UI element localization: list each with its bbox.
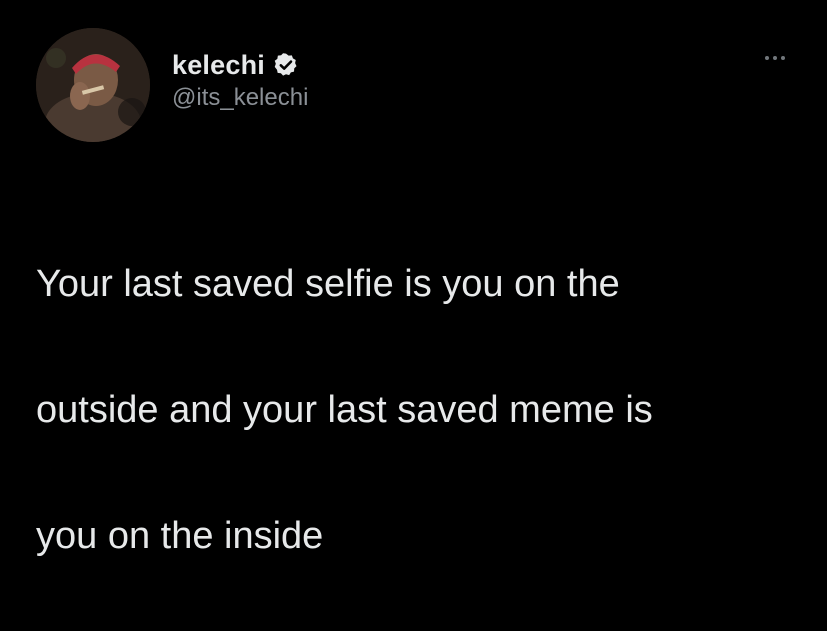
tweet-header: kelechi @its_kelechi <box>172 48 308 112</box>
tweet-text-line: you on the inside <box>36 515 324 557</box>
author-name-row: kelechi <box>172 48 308 82</box>
author-display-name[interactable]: kelechi <box>172 50 265 81</box>
avatar-photo <box>36 28 150 142</box>
author-handle[interactable]: @its_kelechi <box>172 84 308 112</box>
verified-badge-icon <box>273 52 299 78</box>
tweet-text-line: outside and your last saved meme is <box>36 389 653 431</box>
more-horizontal-icon[interactable] <box>761 52 789 64</box>
tweet-text: Your last saved selfie is you on the out… <box>36 190 796 631</box>
more-dot <box>781 56 785 60</box>
more-dot <box>773 56 777 60</box>
avatar[interactable] <box>36 28 150 142</box>
tweet-text-line: Your last saved selfie is you on the <box>36 263 620 305</box>
tweet-card: kelechi @its_kelechi Your last saved sel… <box>0 0 827 557</box>
more-dot <box>765 56 769 60</box>
